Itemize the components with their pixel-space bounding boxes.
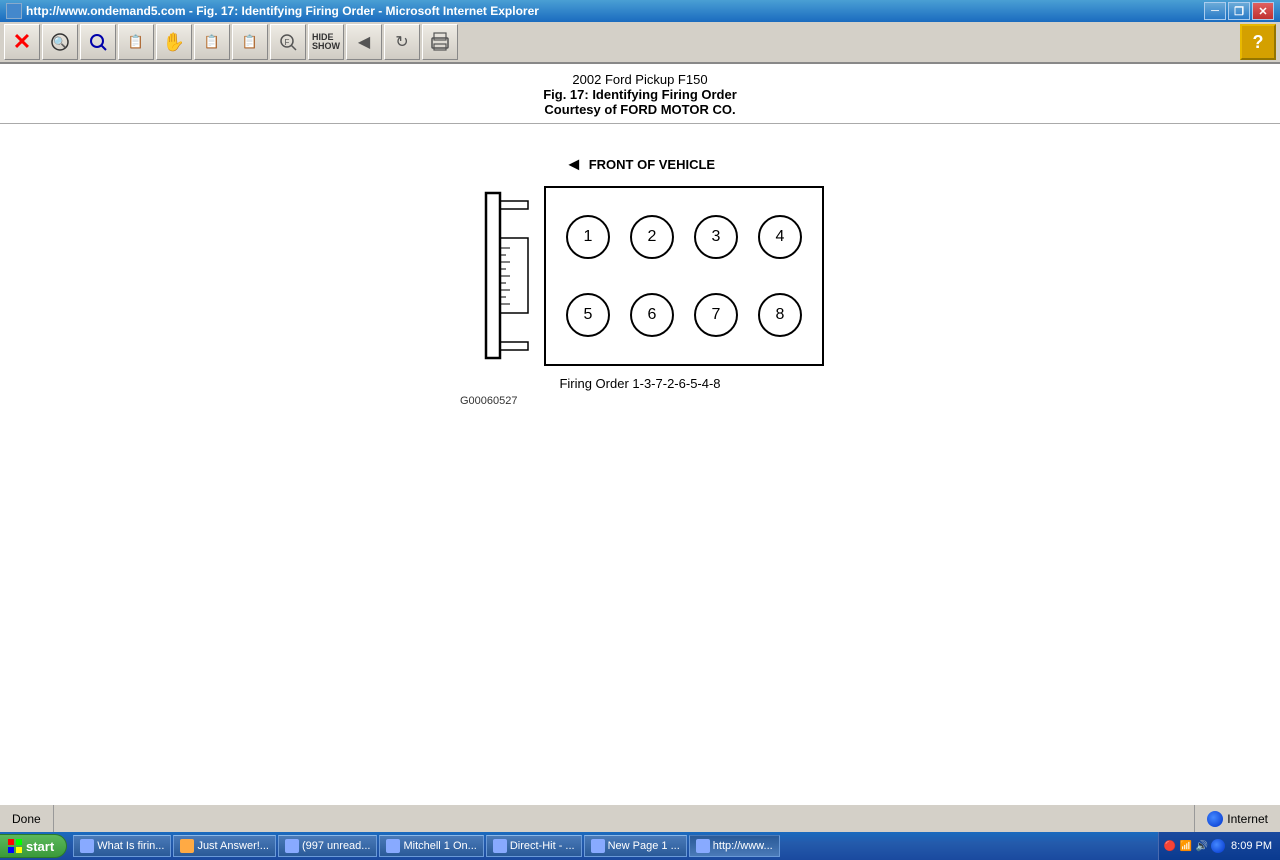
refresh-icon: ↻ [395,32,408,52]
cylinder-2: 2 [630,215,674,259]
close-button[interactable]: ✕ [1252,2,1274,20]
print-button[interactable] [422,24,458,60]
print-icon [429,31,451,53]
taskbar-item-4-icon [493,839,507,853]
back-icon: 🔍 [50,32,70,52]
window-title: http://www.ondemand5.com - Fig. 17: Iden… [26,4,1204,18]
status-internet: Internet [1194,805,1280,832]
figure-2-icon: 📋 [204,34,220,50]
taskbar-item-5[interactable]: New Page 1 ... [584,835,687,857]
taskbar-item-5-label: New Page 1 ... [608,840,680,852]
tray-internet-icon [1211,839,1225,853]
help-button[interactable]: ? [1240,24,1276,60]
cylinder-1: 1 [566,215,610,259]
svg-text:F: F [285,38,290,47]
cylinder-3: 3 [694,215,738,259]
cylinders-box: 1 2 3 4 5 6 7 8 [544,186,824,366]
figure-btn-2[interactable]: 📋 [194,24,230,60]
cylinder-7: 7 [694,293,738,337]
main-content: ◄ FRONT OF VEHICLE [0,124,1280,804]
tray-icon-2: 📶 [1179,839,1193,853]
doc-title-3: Courtesy of FORD MOTOR CO. [0,102,1280,117]
taskbar-item-4[interactable]: Direct-Hit - ... [486,835,582,857]
taskbar-item-1-icon [180,839,194,853]
front-label-text: FRONT OF VEHICLE [589,157,715,172]
status-bar: Done Internet [0,804,1280,832]
taskbar-item-3[interactable]: Mitchell 1 On... [379,835,483,857]
nav-prev-button[interactable]: ◀ [346,24,382,60]
system-clock: 8:09 PM [1227,840,1276,852]
back-button[interactable]: 🔍 [42,24,78,60]
window-controls: ─ ❐ ✕ [1204,2,1274,20]
status-internet-text: Internet [1227,812,1268,826]
hand-button[interactable]: ✋ [156,24,192,60]
taskbar-item-6-label: http://www... [713,840,773,852]
windows-icon [8,839,22,853]
front-vehicle-label: ◄ FRONT OF VEHICLE [565,154,715,175]
taskbar-item-4-label: Direct-Hit - ... [510,840,575,852]
minimize-button[interactable]: ─ [1204,2,1226,20]
tray-icon-1: 🔴 [1163,839,1177,853]
doc-title-2: Fig. 17: Identifying Firing Order [0,87,1280,102]
taskbar-item-0[interactable]: What Is firin... [73,835,171,857]
nav-prev-icon: ◀ [358,32,370,52]
tray-icon-3: 🔊 [1195,839,1209,853]
search-icon [88,32,108,52]
figure-1-icon: 📋 [128,34,144,50]
taskbar-item-6[interactable]: http://www... [689,835,780,857]
toolbar: ✕ 🔍 📋 ✋ 📋 📋 F HIDESHOW ◀ ↻ [0,22,1280,64]
find-button[interactable]: F [270,24,306,60]
engine-diagram: 1 2 3 4 5 6 7 8 [456,183,824,368]
status-done-text: Done [12,812,41,826]
taskbar-item-2[interactable]: (997 unread... [278,835,378,857]
taskbar-item-5-icon [591,839,605,853]
stop-button[interactable]: ✕ [4,24,40,60]
hand-icon: ✋ [163,32,185,53]
refresh-button[interactable]: ↻ [384,24,420,60]
status-done: Done [0,805,54,832]
document-header: 2002 Ford Pickup F150 Fig. 17: Identifyi… [0,64,1280,123]
cylinder-8: 8 [758,293,802,337]
internet-icon [1207,811,1223,827]
restore-button[interactable]: ❐ [1228,2,1250,20]
system-tray: 🔴 📶 🔊 8:09 PM [1158,832,1280,860]
find-icon: F [278,32,298,52]
taskbar-item-2-label: (997 unread... [302,840,371,852]
app-icon [6,3,22,19]
doc-title-1: 2002 Ford Pickup F150 [0,72,1280,87]
figure-code: G00060527 [460,395,830,407]
taskbar-item-3-label: Mitchell 1 On... [403,840,476,852]
taskbar-item-0-label: What Is firin... [97,840,164,852]
start-label: start [26,839,54,854]
search-button[interactable] [80,24,116,60]
figure-btn-3[interactable]: 📋 [232,24,268,60]
title-bar: http://www.ondemand5.com - Fig. 17: Iden… [0,0,1280,22]
diagram-area: ◄ FRONT OF VEHICLE [450,154,830,407]
svg-text:🔍: 🔍 [53,35,67,49]
taskbar-item-1[interactable]: Just Answer!... [173,835,276,857]
hide-show-icon: HIDESHOW [312,33,340,51]
figure-3-icon: 📋 [242,34,258,50]
figure-btn-1[interactable]: 📋 [118,24,154,60]
cylinder-5: 5 [566,293,610,337]
taskbar-item-0-icon [80,839,94,853]
taskbar: start What Is firin... Just Answer!... (… [0,832,1280,860]
engine-block-svg [456,183,546,368]
arrow-left-icon: ◄ [565,154,583,175]
cylinder-4: 4 [758,215,802,259]
taskbar-item-3-icon [386,839,400,853]
start-button[interactable]: start [0,834,67,858]
cylinder-6: 6 [630,293,674,337]
stop-icon: ✕ [13,29,31,55]
taskbar-item-2-icon [285,839,299,853]
firing-order-label: Firing Order 1-3-7-2-6-5-4-8 [559,376,720,391]
taskbar-item-1-label: Just Answer!... [197,840,269,852]
hide-show-button[interactable]: HIDESHOW [308,24,344,60]
taskbar-item-6-icon [696,839,710,853]
